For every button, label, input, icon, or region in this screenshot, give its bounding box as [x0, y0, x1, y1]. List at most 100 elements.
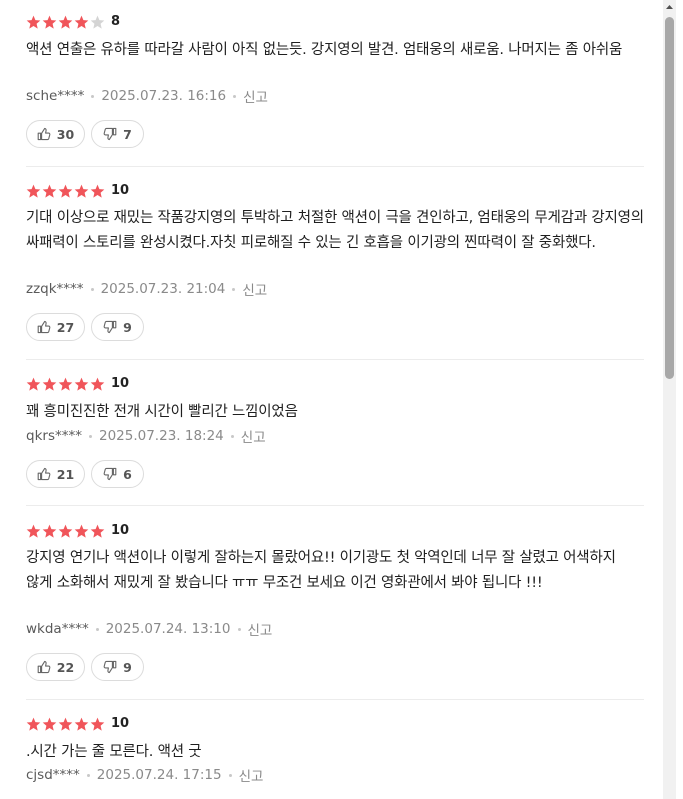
star-filled-icon	[26, 184, 41, 199]
review-text: .시간 가는 줄 모른다. 액션 굿	[26, 744, 202, 760]
rating-row: 10	[26, 181, 129, 201]
rating-score: 10	[111, 376, 130, 391]
rating-score: 10	[111, 716, 130, 731]
rating-row: 10	[26, 714, 129, 734]
separator-dot	[95, 627, 99, 631]
star-filled-icon	[42, 524, 57, 539]
reviewer-id: zzqk****	[26, 281, 84, 297]
rating-row: 10	[26, 374, 129, 394]
review-meta: zzqk**** 2025.07.23. 21:04 신고	[26, 279, 267, 299]
report-link[interactable]: 신고	[243, 86, 268, 106]
separator-dot	[232, 287, 236, 291]
like-button[interactable]: 22	[26, 653, 85, 681]
review-item: 8 액션 연출은 유하를 따라갈 사람이 아직 없는듯. 강지영의 발견. 엄태웅…	[26, 0, 644, 167]
star-filled-icon	[26, 717, 41, 732]
star-filled-icon	[42, 184, 57, 199]
review-meta: cjsd**** 2025.07.24. 17:15 신고	[26, 765, 263, 785]
star-filled-icon	[74, 717, 89, 732]
thumbs-down-icon	[103, 660, 117, 674]
like-count: 21	[56, 466, 75, 482]
review-text: 기대 이상으로 재밌는 작품강지영의 투박하고 처절한 액션이 극을 견인하고,…	[26, 210, 644, 251]
thumbs-up-icon	[37, 127, 51, 141]
review-date: 2025.07.23. 21:04	[100, 281, 226, 297]
star-filled-icon	[90, 524, 105, 539]
separator-dot	[86, 773, 90, 777]
scrollbar-thumb[interactable]	[665, 17, 674, 379]
star-filled-icon	[74, 15, 89, 30]
like-count: 22	[56, 659, 75, 675]
report-link[interactable]: 신고	[242, 279, 267, 299]
thumbs-up-icon	[37, 467, 51, 481]
report-link[interactable]: 신고	[239, 765, 264, 785]
thumbs-up-icon	[37, 320, 51, 334]
star-filled-icon	[58, 377, 73, 392]
review-meta: wkda**** 2025.07.24. 13:10 신고	[26, 619, 272, 639]
review-item: 10 기대 이상으로 재밌는 작품강지영의 투박하고 처절한 액션이 극을 견인하…	[26, 166, 644, 360]
like-button[interactable]: 21	[26, 460, 85, 488]
rating-score: 10	[111, 183, 130, 198]
dislike-button[interactable]: 9	[91, 313, 144, 341]
like-button[interactable]: 30	[26, 120, 85, 148]
scrollbar[interactable]	[663, 0, 676, 799]
vote-buttons: 22 9	[26, 653, 150, 681]
star-rating	[26, 717, 106, 732]
report-link[interactable]: 신고	[241, 426, 266, 446]
separator-dot	[228, 773, 232, 777]
rating-score: 8	[111, 14, 121, 29]
review-meta: sche**** 2025.07.23. 16:16 신고	[26, 86, 268, 106]
like-button[interactable]: 27	[26, 313, 85, 341]
star-empty-icon	[90, 15, 105, 30]
review-text: 강지영 연기나 액션이나 이렇게 잘하는지 몰랐어요!! 이기광도 첫 악역인데…	[26, 550, 616, 591]
vote-buttons: 21 6	[26, 460, 150, 488]
review-meta: qkrs**** 2025.07.23. 18:24 신고	[26, 426, 266, 446]
star-rating	[26, 524, 106, 539]
star-filled-icon	[74, 184, 89, 199]
review-text: 꽤 흥미진진한 전개 시간이 빨리간 느낌이었음	[26, 404, 298, 420]
thumbs-down-icon	[103, 320, 117, 334]
star-filled-icon	[58, 184, 73, 199]
dislike-count: 7	[123, 126, 132, 142]
reviewer-id: qkrs****	[26, 428, 82, 444]
thumbs-down-icon	[103, 467, 117, 481]
separator-dot	[90, 287, 94, 291]
dislike-button[interactable]: 9	[91, 653, 144, 681]
star-filled-icon	[26, 15, 41, 30]
dislike-button[interactable]: 7	[91, 120, 144, 148]
review-date: 2025.07.24. 17:15	[96, 767, 222, 783]
dislike-button[interactable]: 6	[91, 460, 144, 488]
separator-dot	[237, 627, 241, 631]
review-date: 2025.07.23. 16:16	[101, 88, 227, 104]
star-filled-icon	[58, 15, 73, 30]
dislike-count: 6	[123, 466, 132, 482]
thumbs-down-icon	[103, 127, 117, 141]
separator-dot	[230, 434, 234, 438]
rating-score: 10	[111, 523, 130, 538]
vote-buttons: 27 9	[26, 313, 150, 341]
separator-dot	[233, 94, 237, 98]
reviewer-id: cjsd****	[26, 767, 80, 783]
vote-buttons: 30 7	[26, 120, 150, 148]
review-list-frame: 8 액션 연출은 유하를 따라갈 사람이 아직 없는듯. 강지영의 발견. 엄태웅…	[0, 0, 683, 799]
star-filled-icon	[42, 15, 57, 30]
star-filled-icon	[26, 524, 41, 539]
star-filled-icon	[42, 717, 57, 732]
review-item: 10 꽤 흥미진진한 전개 시간이 빨리간 느낌이었음 qkrs**** 2025.0…	[26, 359, 644, 506]
separator-dot	[91, 94, 95, 98]
review-date: 2025.07.23. 18:24	[98, 428, 224, 444]
star-filled-icon	[42, 377, 57, 392]
star-filled-icon	[90, 184, 105, 199]
rating-row: 10	[26, 521, 129, 541]
thumbs-up-icon	[37, 660, 51, 674]
like-count: 27	[56, 319, 75, 335]
review-item: 10 .시간 가는 줄 모른다. 액션 굿 cjsd**** 2025.07.24. …	[26, 699, 644, 799]
star-filled-icon	[58, 717, 73, 732]
separator-dot	[88, 434, 92, 438]
reviewer-id: sche****	[26, 88, 85, 104]
star-filled-icon	[74, 524, 89, 539]
star-filled-icon	[26, 377, 41, 392]
dislike-count: 9	[123, 659, 132, 675]
report-link[interactable]: 신고	[248, 619, 273, 639]
scroll-up-arrow-icon[interactable]	[663, 0, 676, 15]
reviewer-id: wkda****	[26, 621, 89, 637]
review-item: 10 강지영 연기나 액션이나 이렇게 잘하는지 몰랐어요!! 이기광도 첫 악역…	[26, 505, 644, 700]
